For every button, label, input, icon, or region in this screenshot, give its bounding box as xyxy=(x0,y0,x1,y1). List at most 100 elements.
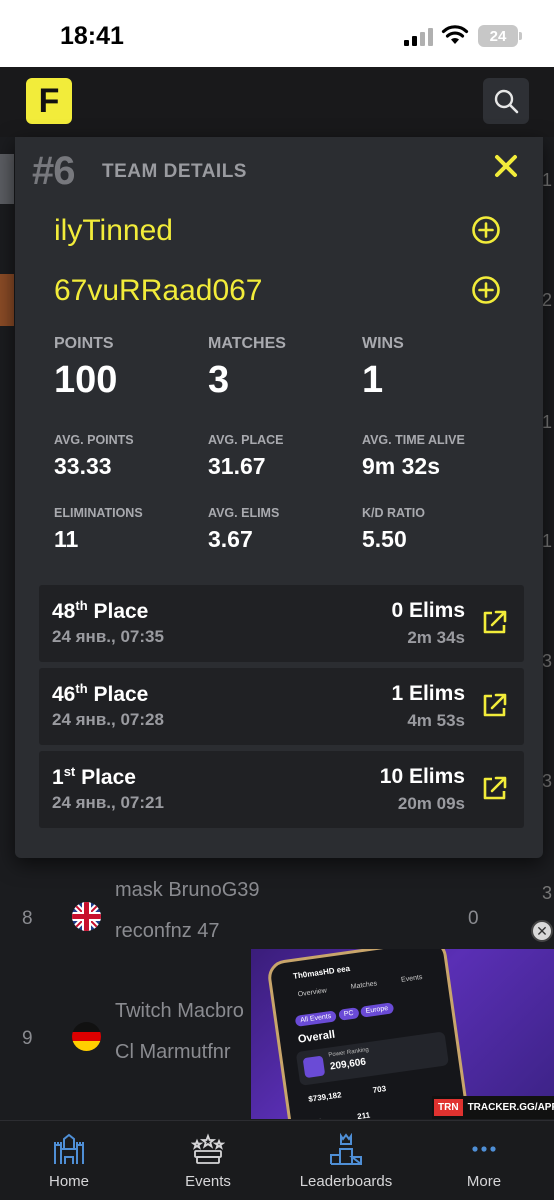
stat-label: AVG. POINTS xyxy=(54,433,134,447)
stat-label: MATCHES xyxy=(208,335,286,352)
stat-label: AVG. ELIMS xyxy=(208,506,280,520)
wifi-icon xyxy=(441,25,469,44)
edge-points: 1 xyxy=(541,412,552,432)
ad-stat-value: 209,606 xyxy=(329,1056,367,1073)
cellular-signal-icon xyxy=(404,28,433,46)
row-thumbnail xyxy=(0,154,14,204)
podium-icon xyxy=(330,1133,362,1165)
match-duration: 2m 34s xyxy=(407,628,465,647)
more-dots-icon xyxy=(472,1146,496,1152)
ad-events: 703 xyxy=(372,1084,387,1095)
nav-home[interactable]: Home xyxy=(0,1121,138,1200)
nav-label: Events xyxy=(185,1173,231,1190)
match-date: 24 янв., 07:28 xyxy=(52,710,164,729)
stat-avg-elims: AVG. ELIMS 3.67 xyxy=(208,506,279,553)
edge-points: 3 xyxy=(541,771,552,791)
edge-points: 2 xyxy=(541,290,552,310)
match-date: 24 янв., 07:35 xyxy=(52,627,164,646)
stat-label: K/D RATIO xyxy=(362,506,425,520)
edge-points: 1 xyxy=(541,170,552,190)
match-place: 48th Place xyxy=(52,598,149,623)
stat-value: 9m 32s xyxy=(362,453,441,479)
search-button[interactable] xyxy=(483,78,529,124)
nav-label: Home xyxy=(48,1173,89,1190)
match-elims: 0 Elims xyxy=(391,599,465,622)
ad-url: TRACKER.GG/APPS xyxy=(467,1102,554,1113)
match-elims: 1 Elims xyxy=(391,682,465,705)
player-name: reconfnz 47 xyxy=(115,920,220,942)
player-name-2[interactable]: 67vuRRaad067 xyxy=(54,274,263,308)
stat-points: POINTS 100 xyxy=(54,335,117,402)
stat-value: 100 xyxy=(54,359,118,401)
stat-value: 5.50 xyxy=(362,526,407,552)
close-icon[interactable] xyxy=(493,153,519,179)
nav-more[interactable]: More xyxy=(415,1121,553,1200)
row-points: 0 xyxy=(468,908,479,929)
stat-value: 3.67 xyxy=(208,526,253,552)
stat-label: ELIMINATIONS xyxy=(54,506,143,520)
stat-label: WINS xyxy=(362,335,404,352)
ad-label: TRN TRACKER.GG/APPS xyxy=(432,1096,554,1119)
app-header: F xyxy=(0,67,554,137)
status-bar: 18:41 24 xyxy=(0,0,554,67)
add-player-icon[interactable] xyxy=(471,215,501,245)
match-card[interactable]: 1st Place 24 янв., 07:21 10 Elims 20m 09… xyxy=(39,751,524,828)
match-date: 24 янв., 07:21 xyxy=(52,793,164,812)
ad-earnings: $739,182 xyxy=(307,1090,343,1104)
ad-close-button[interactable]: ✕ xyxy=(531,920,553,942)
row-thumbnail xyxy=(0,274,14,326)
lightning-icon xyxy=(302,1055,326,1079)
player-name-1[interactable]: ilyTinned xyxy=(54,214,173,248)
nav-leaderboards[interactable]: Leaderboards xyxy=(277,1121,415,1200)
team-rank: #6 xyxy=(32,149,75,193)
castle-icon xyxy=(54,1133,84,1164)
trophy-stars-icon xyxy=(191,1133,225,1164)
bottom-nav: Home Events Leaderboards More xyxy=(0,1120,554,1200)
stat-wins: WINS 1 xyxy=(362,335,404,402)
stat-avg-place: AVG. PLACE 31.67 xyxy=(208,433,283,480)
battery-icon: 24 xyxy=(478,25,522,47)
stat-avg-points: AVG. POINTS 33.33 xyxy=(54,433,134,480)
external-link-icon[interactable] xyxy=(481,609,508,636)
search-icon xyxy=(494,89,519,114)
match-card[interactable]: 46th Place 24 янв., 07:28 1 Elims 4m 53s xyxy=(39,668,524,745)
ad-phone-section: Overall xyxy=(297,1028,336,1046)
external-link-icon[interactable] xyxy=(481,775,508,802)
stat-value: 1 xyxy=(362,359,384,401)
edge-points: 3 xyxy=(541,651,552,671)
match-card[interactable]: 48th Place 24 янв., 07:35 0 Elims 2m 34s xyxy=(39,585,524,662)
status-time: 18:41 xyxy=(60,22,124,50)
stat-label: AVG. PLACE xyxy=(208,433,284,447)
team-details-modal: #6 TEAM DETAILS ilyTinned 67vuRRaad067 P… xyxy=(15,137,543,858)
ad-phone-title: Th0masHD eea xyxy=(292,963,351,981)
match-duration: 20m 09s xyxy=(397,794,465,813)
stat-value: 11 xyxy=(54,526,79,552)
match-elims: 10 Elims xyxy=(379,765,465,788)
uk-flag-icon xyxy=(72,902,101,931)
modal-title: TEAM DETAILS xyxy=(102,161,247,182)
stat-value: 3 xyxy=(208,359,230,401)
match-place: 1st Place xyxy=(52,764,136,789)
stat-label: POINTS xyxy=(54,335,114,352)
ad-phone-image: Th0masHD eea Overview Matches Events All E… xyxy=(265,949,473,1119)
add-player-icon[interactable] xyxy=(471,275,501,305)
stat-kd-ratio: K/D RATIO 5.50 xyxy=(362,506,425,553)
player-name: Cl Marmutfnr xyxy=(115,1041,231,1063)
player-name: Twitch Macbro xyxy=(115,1000,244,1022)
nav-label: Leaderboards xyxy=(299,1173,393,1190)
ad-top1: 43 xyxy=(313,1117,323,1119)
stat-label: AVG. TIME ALIVE xyxy=(362,433,465,447)
match-place: 46th Place xyxy=(52,681,149,706)
nav-events[interactable]: Events xyxy=(139,1121,277,1200)
stat-avg-time-alive: AVG. TIME ALIVE 9m 32s xyxy=(362,433,465,480)
nav-label: More xyxy=(466,1173,502,1190)
stat-matches: MATCHES 3 xyxy=(208,335,286,402)
ad-filter-pill: All Events xyxy=(294,1010,337,1027)
app-logo[interactable]: F xyxy=(26,78,72,124)
ad-filter-pill: PC xyxy=(338,1007,360,1021)
external-link-icon[interactable] xyxy=(481,692,508,719)
stat-value: 33.33 xyxy=(54,453,112,479)
ad-filter-pill: Europe xyxy=(360,1002,394,1018)
ad-banner[interactable]: Th0masHD eea Overview Matches Events All E… xyxy=(251,949,554,1119)
player-name: mask BrunoG39 xyxy=(115,879,260,901)
